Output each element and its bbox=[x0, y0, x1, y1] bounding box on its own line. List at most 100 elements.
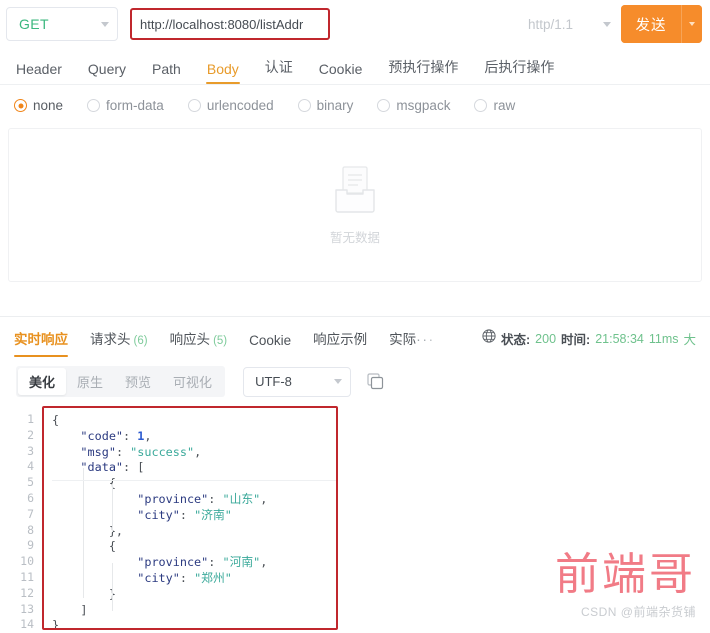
json-code-area[interactable]: { "code": 1, "msg": "success", "data": [… bbox=[42, 406, 338, 630]
radio-dot-icon bbox=[14, 99, 27, 112]
send-options-button[interactable] bbox=[682, 5, 702, 43]
code-token: "data" bbox=[80, 460, 124, 475]
api-client-window: GET http://localhost:8080/listAddr http/… bbox=[0, 0, 710, 631]
body-type-radio-raw[interactable]: raw bbox=[474, 98, 515, 113]
send-button-group: 发送 bbox=[621, 5, 702, 43]
request-tab-2[interactable]: Path bbox=[152, 61, 181, 84]
protocol-area: http/1.1 bbox=[528, 17, 621, 32]
line-number: 11 bbox=[20, 569, 34, 584]
response-tab-count: (5) bbox=[213, 335, 228, 347]
code-line: { bbox=[52, 413, 336, 429]
radio-dot-icon bbox=[377, 99, 391, 112]
line-number: 2 bbox=[27, 427, 34, 442]
code-token: "msg" bbox=[80, 444, 116, 459]
code-token: , bbox=[194, 444, 202, 459]
status-code-value: 200 bbox=[535, 331, 557, 346]
copy-response-button[interactable] bbox=[365, 371, 387, 393]
code-token: : bbox=[179, 570, 195, 585]
body-type-radio-msgpack[interactable]: msgpack bbox=[377, 98, 450, 113]
line-number: 4 bbox=[27, 459, 34, 474]
response-tab-3[interactable]: Cookie bbox=[249, 333, 291, 357]
response-tab-0[interactable]: 实时响应 bbox=[14, 328, 68, 357]
response-header: 实时响应 请求头 (6) 响应头 (5) Cookie 响应示例 实际 ··· 状态: 200… bbox=[0, 317, 710, 357]
body-type-label: urlencoded bbox=[206, 98, 274, 113]
chevron-down-icon bbox=[689, 22, 695, 26]
request-tab-4[interactable]: 认证 bbox=[265, 57, 293, 84]
response-tab-4[interactable]: 响应示例 bbox=[313, 328, 367, 357]
body-type-radio-binary[interactable]: binary bbox=[297, 98, 354, 113]
line-number: 5 bbox=[27, 475, 34, 490]
code-token: } bbox=[52, 618, 60, 630]
status-code-label: 状态: bbox=[501, 333, 531, 347]
status-time-label: 时间: bbox=[561, 333, 591, 347]
format-segment-2[interactable]: 预览 bbox=[114, 368, 162, 395]
send-button[interactable]: 发送 bbox=[621, 5, 681, 43]
protocol-chevron-down-icon[interactable] bbox=[603, 21, 611, 27]
chevron-down-icon bbox=[334, 379, 343, 384]
radio-dot-icon bbox=[297, 99, 311, 112]
body-type-radio-urlencoded[interactable]: urlencoded bbox=[187, 98, 274, 113]
request-tab-bar: Header Query Path Body 认证 Cookie 预执行操作 后执行操作 bbox=[0, 48, 710, 84]
radio-dot-icon bbox=[474, 99, 488, 112]
body-type-label: binary bbox=[316, 98, 354, 113]
code-token: : bbox=[208, 491, 223, 506]
response-tab-label: 响应示例 bbox=[313, 332, 368, 347]
code-token: { bbox=[52, 413, 60, 427]
code-token: "济南" bbox=[194, 507, 232, 522]
response-tab-5[interactable]: 实际 bbox=[389, 328, 416, 357]
code-line: { bbox=[52, 539, 336, 555]
body-type-label: raw bbox=[493, 98, 516, 113]
body-type-radio-form-data[interactable]: form-data bbox=[87, 98, 164, 113]
radio-dot-icon bbox=[87, 99, 101, 112]
response-view-toolbar: 美化 原生 预览 可视化 UTF-8 bbox=[0, 357, 710, 406]
http-method-value: GET bbox=[19, 16, 49, 32]
response-tab-label: 实时响应 bbox=[14, 332, 68, 347]
code-line: "data": [ bbox=[52, 460, 336, 476]
code-line: } bbox=[52, 587, 336, 603]
panel-spacer bbox=[0, 282, 710, 316]
request-tab-3[interactable]: Body bbox=[205, 61, 240, 84]
encoding-select[interactable]: UTF-8 bbox=[243, 366, 352, 397]
request-tab-5[interactable]: Cookie bbox=[319, 61, 363, 84]
url-input-value: http://localhost:8080/listAddr bbox=[140, 16, 304, 32]
response-tab-2[interactable]: 响应头 (5) bbox=[170, 328, 228, 357]
code-line: "province": "山东", bbox=[52, 492, 336, 508]
code-token: ] bbox=[52, 602, 88, 617]
request-tab-6[interactable]: 预执行操作 bbox=[388, 57, 458, 84]
code-token: "success" bbox=[130, 444, 195, 459]
globe-icon bbox=[482, 329, 496, 348]
encoding-value: UTF-8 bbox=[255, 374, 292, 389]
line-number: 8 bbox=[27, 522, 34, 537]
code-line: }, bbox=[52, 524, 336, 540]
code-line: "city": "济南" bbox=[52, 508, 336, 524]
format-segment-0[interactable]: 美化 bbox=[18, 368, 67, 395]
format-segment-3[interactable]: 可视化 bbox=[162, 368, 223, 395]
indent-guide bbox=[83, 468, 84, 598]
code-token: : [ bbox=[123, 460, 145, 475]
response-tab-1[interactable]: 请求头 (6) bbox=[90, 328, 148, 357]
code-token: , bbox=[144, 428, 152, 443]
request-tab-0[interactable]: Header bbox=[16, 61, 62, 84]
status-time-value: 21:58:34 bbox=[595, 331, 644, 346]
body-type-radio-none[interactable]: none bbox=[14, 98, 63, 113]
response-tab-label: Cookie bbox=[249, 333, 292, 348]
watermark-subtext: CSDN @前端杂货铺 bbox=[580, 605, 696, 619]
code-lines: { "code": 1, "msg": "success", "data": [… bbox=[52, 413, 336, 630]
request-tab-7[interactable]: 后执行操作 bbox=[484, 57, 554, 84]
format-segment-1[interactable]: 原生 bbox=[66, 368, 114, 395]
body-type-label: form-data bbox=[106, 98, 164, 113]
code-token: "山东" bbox=[222, 491, 261, 506]
url-input[interactable]: http://localhost:8080/listAddr bbox=[130, 8, 330, 40]
line-number: 7 bbox=[27, 506, 34, 521]
request-bar: GET http://localhost:8080/listAddr http/… bbox=[0, 0, 710, 48]
code-token: : bbox=[115, 444, 131, 459]
code-token: "city" bbox=[137, 570, 180, 585]
http-method-select[interactable]: GET bbox=[6, 7, 118, 41]
code-token: : bbox=[123, 428, 138, 443]
response-tabs-overflow-button[interactable]: ··· bbox=[416, 331, 435, 357]
code-token: "code" bbox=[80, 428, 124, 443]
request-tab-1[interactable]: Query bbox=[88, 61, 126, 84]
